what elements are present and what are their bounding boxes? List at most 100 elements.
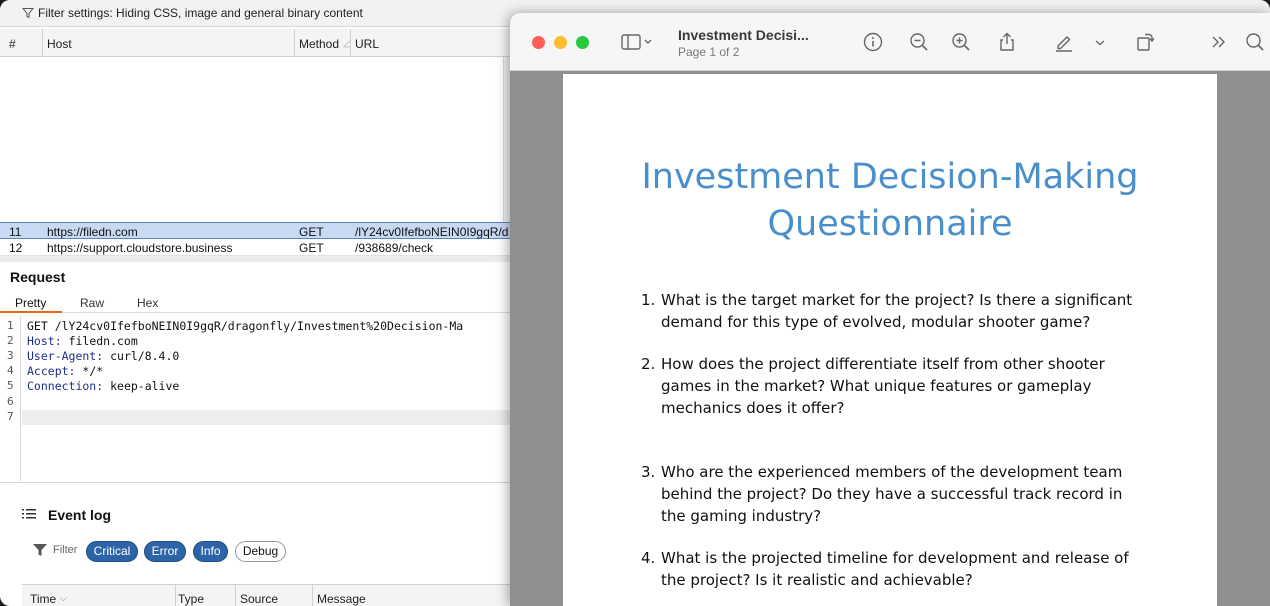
heading-line: Investment Decision-Making: [641, 157, 1139, 197]
column-source[interactable]: Source: [240, 592, 278, 606]
request-line: GET /lY24cv0IfefboNEIN0I9gqR/dragonfly/I…: [27, 319, 464, 333]
chevron-down-icon: ⌵: [60, 593, 67, 603]
question-text: What is the target market for the projec…: [661, 291, 1133, 309]
question-text: How does the project differentiate itsel…: [661, 355, 1105, 373]
divider: [0, 482, 512, 483]
sidebar-toggle-button[interactable]: [620, 31, 654, 53]
column-divider[interactable]: [42, 29, 43, 57]
line-number: 4: [7, 364, 14, 377]
request-editor[interactable]: 1 2 3 4 5 6 7 GET /lY24cv0IfefboNEIN0I9g…: [0, 316, 512, 481]
zoom-out-icon: [910, 33, 928, 51]
funnel-icon[interactable]: [33, 544, 47, 557]
filter-label: Filter: [53, 544, 78, 556]
tab-raw[interactable]: Raw: [80, 296, 104, 310]
info-button[interactable]: [862, 31, 884, 53]
question-number: 2.: [641, 355, 656, 373]
line-number: 7: [7, 410, 14, 423]
search-icon: [1246, 33, 1264, 51]
question-item: 3. Who are the experienced members of th…: [641, 461, 1141, 527]
heading-line: Questionnaire: [767, 204, 1013, 244]
column-url[interactable]: URL: [355, 37, 379, 51]
row-num: 12: [9, 241, 23, 255]
column-type[interactable]: Type: [178, 592, 204, 606]
column-divider[interactable]: [350, 29, 351, 57]
line-number: 6: [7, 395, 14, 408]
header-connection: Connection: keep-alive: [27, 379, 180, 393]
question-number: 4.: [641, 549, 656, 567]
table-row[interactable]: 12 https://support.cloudstore.business G…: [0, 239, 512, 256]
column-time[interactable]: Time: [30, 592, 56, 606]
rotate-button[interactable]: [1134, 31, 1156, 53]
filter-error-button[interactable]: Error: [144, 541, 186, 562]
line-number: 3: [7, 349, 14, 362]
filter-critical-button[interactable]: Critical: [86, 541, 138, 562]
tab-pretty[interactable]: Pretty: [15, 296, 46, 310]
more-tools-button[interactable]: [1208, 31, 1230, 53]
request-tabs: Pretty Raw Hex: [0, 293, 512, 313]
preview-window: Investment Decisi... Page 1 of 2 Investm…: [510, 13, 1270, 606]
question-text: behind the project? Do they have a succe…: [661, 485, 1123, 503]
pane-splitter[interactable]: [0, 256, 512, 262]
question-text: the project? Is it realistic and achieva…: [661, 571, 973, 589]
column-divider[interactable]: [235, 584, 236, 606]
history-table-header: # Host Method ◿ URL: [0, 29, 512, 57]
rotate-icon: [1137, 33, 1155, 51]
history-table-body: [0, 57, 503, 222]
filter-icon: [22, 8, 34, 19]
request-title: Request: [10, 269, 66, 285]
double-chevron-right-icon: [1212, 36, 1225, 48]
column-divider[interactable]: [294, 29, 295, 57]
question-text: the gaming industry?: [661, 507, 822, 525]
row-host: https://filedn.com: [47, 225, 138, 239]
column-divider[interactable]: [312, 584, 313, 606]
row-num: 11: [9, 225, 22, 239]
page-indicator: Page 1 of 2: [678, 45, 740, 59]
table-row[interactable]: 11 https://filedn.com GET /lY24cv0Ifefbo…: [0, 222, 512, 239]
zoom-out-button[interactable]: [908, 31, 930, 53]
row-host: https://support.cloudstore.business: [47, 241, 233, 255]
column-method[interactable]: Method: [299, 37, 339, 51]
column-divider[interactable]: [175, 584, 176, 606]
header-user-agent: User-Agent: curl/8.4.0: [27, 349, 180, 363]
tab-hex[interactable]: Hex: [137, 296, 158, 310]
minimize-window-button[interactable]: [554, 36, 567, 49]
filter-debug-button[interactable]: Debug: [235, 541, 286, 562]
zoom-window-button[interactable]: [576, 36, 589, 49]
filter-settings-text: Filter settings: Hiding CSS, image and g…: [38, 6, 363, 20]
question-text: Who are the experienced members of the d…: [661, 463, 1123, 481]
line-number: 5: [7, 379, 14, 392]
event-log-title: Event log: [48, 507, 112, 523]
row-url: /lY24cv0IfefboNEIN0I9gqR/d: [355, 225, 509, 239]
document-heading: Investment Decision-Making Questionnaire: [563, 154, 1217, 248]
question-text: mechanics does it offer?: [661, 399, 845, 417]
row-method: GET: [299, 225, 324, 239]
question-item: 4. What is the projected timeline for de…: [641, 547, 1141, 591]
question-text: games in the market? What unique feature…: [661, 377, 1092, 395]
header-accept: Accept: */*: [27, 364, 104, 378]
pen-icon: [1056, 36, 1072, 52]
line-number: 2: [7, 334, 14, 347]
markup-menu-button[interactable]: [1092, 31, 1108, 53]
sidebar-icon: [621, 34, 652, 50]
active-tab-indicator: [0, 311, 62, 313]
filter-info-button[interactable]: Info: [193, 541, 228, 562]
preview-toolbar: Investment Decisi... Page 1 of 2: [510, 13, 1270, 71]
question-text: What is the projected timeline for devel…: [661, 549, 1129, 567]
zoom-in-icon: [952, 33, 970, 51]
column-num[interactable]: #: [9, 37, 16, 51]
header-host: Host: filedn.com: [27, 334, 138, 348]
question-text: demand for this type of evolved, modular…: [661, 313, 1091, 331]
search-button[interactable]: [1244, 31, 1266, 53]
question-number: 3.: [641, 463, 656, 481]
pdf-page[interactable]: Investment Decision-Making Questionnaire…: [563, 74, 1217, 606]
share-button[interactable]: [996, 31, 1018, 53]
close-window-button[interactable]: [532, 36, 545, 49]
event-log-table-header: Time ⌵ Type Source Message: [22, 584, 512, 606]
column-message[interactable]: Message: [317, 592, 366, 606]
markup-button[interactable]: [1053, 31, 1075, 53]
chevron-down-icon: [1095, 40, 1105, 46]
row-url: /938689/check: [355, 241, 434, 255]
zoom-in-button[interactable]: [950, 31, 972, 53]
column-host[interactable]: Host: [47, 37, 72, 51]
list-icon: [22, 509, 36, 519]
